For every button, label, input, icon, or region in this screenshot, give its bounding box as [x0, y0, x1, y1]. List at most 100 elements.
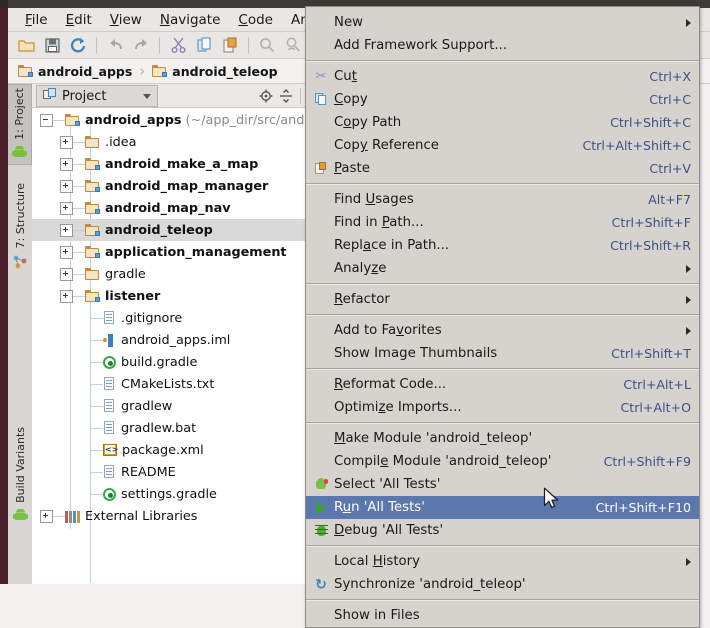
menu-item-copy[interactable]: Copy Ctrl+C — [306, 88, 699, 111]
tree-row[interactable]: android_make_a_map — [32, 153, 305, 175]
menu-item-show-image-thumbnails[interactable]: Show Image Thumbnails Ctrl+Shift+T — [306, 342, 699, 365]
save-all-icon[interactable] — [40, 34, 64, 56]
submenu-arrow-icon — [686, 326, 691, 335]
menu-item-copy-reference[interactable]: Copy Reference Ctrl+Alt+Shift+C — [306, 134, 699, 157]
tree-row-label: application_management — [105, 244, 287, 260]
menu-item-reformat-code[interactable]: Reformat Code... Ctrl+Alt+L — [306, 373, 699, 396]
tree-row[interactable]: gradle — [32, 263, 305, 285]
menu-separator — [306, 314, 699, 316]
menu-item-new[interactable]: New — [306, 11, 699, 34]
find-icon[interactable] — [255, 34, 279, 56]
menu-item-find-in-path[interactable]: Find in Path... Ctrl+Shift+F — [306, 211, 699, 234]
tree-expand-icon[interactable] — [60, 179, 73, 193]
menu-separator — [306, 60, 699, 62]
breadcrumb-item-android_teleop[interactable]: android_teleop — [152, 64, 278, 79]
tree-collapse-icon[interactable] — [40, 113, 53, 127]
menu-item-analyze[interactable]: Analyze — [306, 257, 699, 280]
tree-row[interactable]: android_teleop — [32, 219, 305, 241]
tree-guide — [91, 339, 103, 341]
find-structure-icon[interactable] — [281, 34, 305, 56]
toolbar-divider — [96, 36, 97, 54]
tree-row[interactable]: .gitignore — [32, 307, 305, 329]
tool-tab-project[interactable]: 1: Project — [8, 84, 32, 165]
tree-row[interactable]: build.gradle — [32, 351, 305, 373]
breadcrumb-item-android_apps[interactable]: android_apps — [18, 64, 132, 79]
undo-icon[interactable] — [103, 34, 127, 56]
menu-item-debug-all-tests[interactable]: Debug 'All Tests' — [306, 519, 699, 542]
tree-row[interactable]: application_management — [32, 241, 305, 263]
tree-row-label: listener — [105, 288, 161, 304]
tree-row[interactable]: listener — [32, 285, 305, 307]
folder-module-icon — [85, 246, 100, 258]
menu-item-add-framework-support[interactable]: Add Framework Support... — [306, 34, 699, 57]
tree-row[interactable]: android_apps (~/app_dir/src/andr — [32, 109, 305, 131]
tree-expand-icon[interactable] — [60, 157, 73, 171]
locate-target-icon[interactable] — [256, 86, 276, 106]
open-folder-icon[interactable] — [14, 34, 38, 56]
tree-expand-icon[interactable] — [40, 509, 53, 523]
tree-row[interactable]: android_map_nav — [32, 197, 305, 219]
tree-row[interactable]: .idea — [32, 131, 305, 153]
tool-tab-structure[interactable]: 7: Structure — [8, 180, 32, 274]
menu-item-refactor[interactable]: Refactor — [306, 288, 699, 311]
menubar-item-code[interactable]: Code — [229, 9, 282, 31]
copy-icon[interactable] — [192, 34, 216, 56]
redo-icon[interactable] — [129, 34, 153, 56]
tree-expand-icon[interactable] — [60, 135, 73, 149]
menu-item-compile-module-android-teleop[interactable]: Compile Module 'android_teleop' Ctrl+Shif… — [306, 450, 699, 473]
menu-item-no-icon — [312, 346, 330, 362]
menubar-item-navigate[interactable]: Navigate — [151, 9, 230, 31]
tree-row[interactable]: android_apps.iml — [32, 329, 305, 351]
menu-item-synchronize-android-teleop[interactable]: ↻ Synchronize 'android_teleop' — [306, 573, 699, 596]
menu-item-show-in-files[interactable]: Show in Files — [306, 604, 699, 627]
context-menu[interactable]: New Add Framework Support... ✂ Cut Ctrl+X Cop… — [305, 6, 700, 628]
tree-expand-icon[interactable] — [60, 223, 73, 237]
menu-item-no-icon — [312, 431, 330, 447]
menu-item-cut[interactable]: ✂ Cut Ctrl+X — [306, 65, 699, 88]
menu-item-shortcut: Ctrl+Alt+O — [620, 400, 691, 415]
menu-item-shortcut: Ctrl+Shift+F10 — [595, 500, 691, 515]
tree-row[interactable]: gradlew.bat — [32, 417, 305, 439]
collapse-all-icon[interactable] — [276, 86, 296, 106]
menubar-item-file[interactable]: File — [16, 9, 57, 31]
tree-guide — [73, 229, 85, 231]
tree-row[interactable]: settings.gradle — [32, 483, 305, 505]
menu-item-run-all-tests[interactable]: Run 'All Tests' Ctrl+Shift+F10 — [306, 496, 699, 519]
menubar-item-edit[interactable]: Edit — [57, 9, 101, 31]
tree-row[interactable]: <> package.xml — [32, 439, 305, 461]
menu-item-paste[interactable]: Paste Ctrl+V — [306, 157, 699, 180]
project-view-selector[interactable]: Project — [36, 85, 158, 107]
folder-module-icon — [85, 224, 100, 236]
tree-row[interactable]: External Libraries — [32, 505, 305, 527]
tree-row[interactable]: README — [32, 461, 305, 483]
tree-row[interactable]: android_map_manager — [32, 175, 305, 197]
cut-icon[interactable] — [166, 34, 190, 56]
tree-expand-icon[interactable] — [60, 289, 73, 303]
menu-item-replace-in-path[interactable]: Replace in Path... Ctrl+Shift+R — [306, 234, 699, 257]
menu-item-label: Paste — [334, 161, 370, 176]
menu-item-add-to-favorites[interactable]: Add to Favorites — [306, 319, 699, 342]
menubar-item-view[interactable]: View — [101, 9, 151, 31]
libraries-icon — [65, 510, 80, 523]
tool-tab-label: 7: Structure — [13, 183, 27, 249]
menu-item-copy-path[interactable]: Copy Path Ctrl+Shift+C — [306, 111, 699, 134]
menu-item-make-module-android-teleop[interactable]: Make Module 'android_teleop' — [306, 427, 699, 450]
tree-row[interactable]: CMakeLists.txt — [32, 373, 305, 395]
file-icon — [103, 311, 116, 325]
sync-icon[interactable] — [66, 34, 90, 56]
tree-row[interactable]: gradlew — [32, 395, 305, 417]
menu-item-label: Find in Path... — [334, 215, 424, 230]
menu-item-optimize-imports[interactable]: Optimize Imports... Ctrl+Alt+O — [306, 396, 699, 419]
menu-item-find-usages[interactable]: Find Usages Alt+F7 — [306, 188, 699, 211]
tree-row-label: README — [121, 464, 176, 480]
tree-expand-icon[interactable] — [60, 245, 73, 259]
menu-item-select-all-tests[interactable]: Select 'All Tests' — [306, 473, 699, 496]
tree-expand-icon[interactable] — [60, 267, 73, 281]
menu-item-local-history[interactable]: Local History — [306, 550, 699, 573]
paste-icon[interactable] — [218, 34, 242, 56]
tree-expand-icon[interactable] — [60, 201, 73, 215]
menu-item-no-icon — [312, 261, 330, 277]
project-tree[interactable]: android_apps (~/app_dir/src/andr .idea and… — [32, 109, 305, 583]
tool-tab-buildvariants[interactable]: Build Variants — [8, 424, 32, 527]
chevron-down-icon[interactable] — [143, 93, 151, 99]
